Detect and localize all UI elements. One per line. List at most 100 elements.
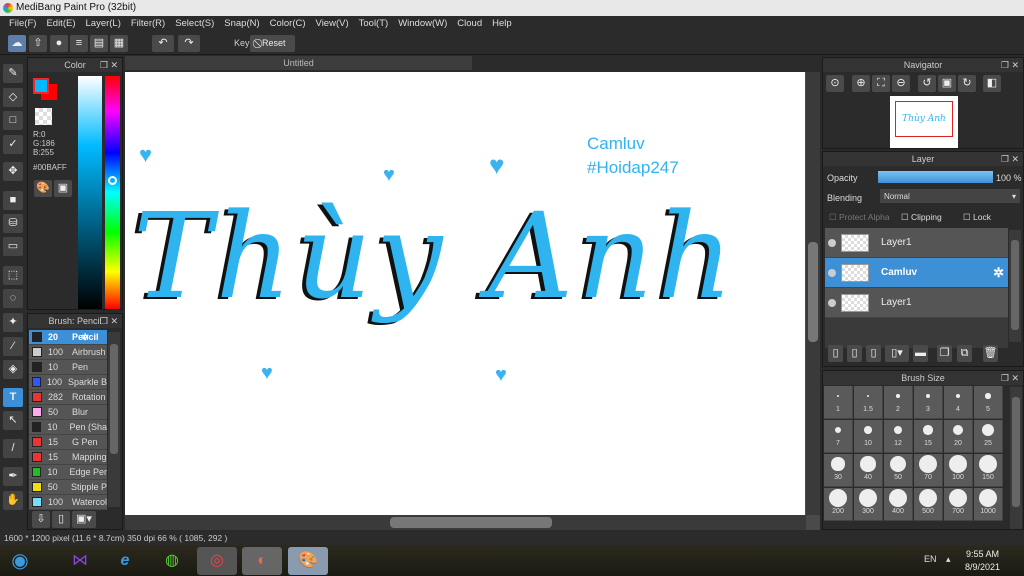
redo-button[interactable]: ↷ bbox=[178, 35, 200, 52]
brush-size-option[interactable]: 5 bbox=[974, 386, 1003, 419]
brush-size-option[interactable]: 1 bbox=[824, 386, 853, 419]
close-icon[interactable]: ❐ ✕ bbox=[1001, 152, 1019, 166]
foreground-color-swatch[interactable] bbox=[33, 78, 49, 94]
navigator-viewport[interactable]: Thùy Anh bbox=[895, 101, 953, 137]
gear-icon[interactable]: ✲ bbox=[993, 265, 1004, 281]
brush-size-option[interactable]: 1000 bbox=[974, 488, 1003, 521]
bucket-tool-icon[interactable]: ⛁ bbox=[3, 214, 23, 233]
brush-item[interactable]: 100 Airbrush bbox=[29, 345, 107, 360]
brush-item[interactable]: 50 Blur bbox=[29, 405, 107, 420]
fit-icon[interactable]: ⛶ bbox=[872, 75, 890, 92]
brush-size-option[interactable]: 70 bbox=[914, 454, 943, 487]
brush-size-option[interactable]: 20 bbox=[944, 420, 973, 453]
menu-tool[interactable]: Tool(T) bbox=[354, 16, 394, 32]
lock-checkbox[interactable]: ☐ Lock bbox=[963, 212, 991, 223]
brush-size-option[interactable]: 150 bbox=[974, 454, 1003, 487]
rotate-right-icon[interactable]: ↻ bbox=[958, 75, 976, 92]
brush-item[interactable]: 100 Sparkle B bbox=[29, 375, 107, 390]
menu-view[interactable]: View(V) bbox=[311, 16, 354, 32]
flip-icon[interactable]: ◧ bbox=[983, 75, 1001, 92]
brush-item[interactable]: 20 Pencil ✲ bbox=[29, 330, 107, 345]
brush-size-option[interactable]: 700 bbox=[944, 488, 973, 521]
share-icon[interactable]: ⇧ bbox=[29, 35, 47, 52]
hue-handle[interactable] bbox=[108, 176, 117, 185]
settings-list-icon[interactable]: ▦ bbox=[110, 35, 128, 52]
brush-size-option[interactable]: 100 bbox=[944, 454, 973, 487]
brush-item[interactable]: 10 Pen (Sha bbox=[29, 420, 107, 435]
menu-select[interactable]: Select(S) bbox=[170, 16, 219, 32]
folder-icon[interactable]: ▬ bbox=[913, 345, 928, 362]
trash-icon[interactable]: 🗑 bbox=[983, 345, 998, 362]
brush-size-option[interactable]: 200 bbox=[824, 488, 853, 521]
brush-item[interactable]: 10 Edge Per bbox=[29, 465, 107, 480]
rectangle-tool-icon[interactable]: □ bbox=[3, 111, 23, 130]
visibility-icon[interactable] bbox=[828, 268, 836, 277]
transparent-color-swatch[interactable] bbox=[35, 108, 52, 125]
brush-size-option[interactable]: 10 bbox=[854, 420, 883, 453]
comment-icon[interactable]: ● bbox=[50, 35, 68, 52]
operation-tool-icon[interactable]: ↖ bbox=[3, 411, 23, 430]
cloud-download-icon[interactable]: ⇩ bbox=[32, 511, 50, 528]
layer-item[interactable]: Camluv ✲ bbox=[825, 258, 1008, 288]
visibility-icon[interactable] bbox=[828, 298, 836, 307]
layer-item[interactable]: Layer1 bbox=[825, 228, 1008, 258]
new-layer-icon[interactable]: ▯ bbox=[828, 345, 843, 362]
fill-rect-tool-icon[interactable]: ■ bbox=[3, 191, 23, 210]
brush-size-option[interactable]: 40 bbox=[854, 454, 883, 487]
close-icon[interactable]: ❐ ✕ bbox=[1001, 371, 1019, 385]
menu-edit[interactable]: Edit(E) bbox=[41, 16, 80, 32]
new-1bit-layer-icon[interactable]: ▯ bbox=[866, 345, 881, 362]
brush-size-option[interactable]: 12 bbox=[884, 420, 913, 453]
select-pen-tool-icon[interactable]: ⁄ bbox=[3, 337, 23, 356]
brush-size-option[interactable]: 300 bbox=[854, 488, 883, 521]
brush-size-option[interactable]: 1.5 bbox=[854, 386, 883, 419]
palette-settings-icon[interactable]: ▣ bbox=[54, 180, 72, 197]
menu-help[interactable]: Help bbox=[487, 16, 517, 32]
close-icon[interactable]: ❐ ✕ bbox=[1001, 58, 1019, 72]
language-indicator[interactable]: EN bbox=[924, 554, 937, 564]
saturation-brightness-picker[interactable] bbox=[78, 76, 102, 309]
brush-size-option[interactable]: 25 bbox=[974, 420, 1003, 453]
zoom-actual-icon[interactable]: ⊙ bbox=[826, 75, 844, 92]
document-icon[interactable]: ▤ bbox=[90, 35, 108, 52]
brush-menu-icon[interactable]: ▣▾ bbox=[72, 511, 96, 528]
zoom-out-icon[interactable]: ⊖ bbox=[892, 75, 910, 92]
navigator-preview[interactable]: Thùy Anh bbox=[890, 96, 958, 148]
brush-scrollbar[interactable] bbox=[108, 332, 120, 507]
close-icon[interactable]: ❐ ✕ bbox=[100, 314, 118, 328]
brush-size-option[interactable]: 2 bbox=[884, 386, 913, 419]
brush-size-option[interactable]: 50 bbox=[884, 454, 913, 487]
start-button[interactable]: ◉ bbox=[2, 547, 38, 575]
blending-select[interactable]: Normal ▾ bbox=[880, 189, 1020, 203]
paint-icon[interactable]: 🎨 bbox=[288, 547, 328, 575]
add-layer-menu-icon[interactable]: ▯▾ bbox=[885, 345, 909, 362]
brush-item[interactable]: 100 Watercol bbox=[29, 495, 107, 510]
magic-wand-tool-icon[interactable]: ✦ bbox=[3, 313, 23, 332]
brush-size-scrollbar[interactable] bbox=[1010, 387, 1022, 529]
lasso-tool-icon[interactable]: ◌ bbox=[3, 289, 23, 308]
menu-layer[interactable]: Layer(L) bbox=[81, 16, 126, 32]
visual-studio-icon[interactable]: ⋈ bbox=[60, 547, 100, 575]
new-brush-icon[interactable]: ▯ bbox=[52, 511, 70, 528]
merge-layer-icon[interactable]: ⧉ bbox=[957, 345, 972, 362]
tab-untitled[interactable]: Untitled bbox=[125, 56, 472, 70]
visibility-icon[interactable] bbox=[828, 238, 836, 247]
text-tool-icon[interactable]: T bbox=[3, 388, 23, 407]
move-tool-icon[interactable]: ✥ bbox=[3, 162, 23, 181]
reset-button[interactable]: ⃠ Reset bbox=[250, 35, 295, 52]
brush-size-option[interactable]: 15 bbox=[914, 420, 943, 453]
brush-tool-icon[interactable]: ✎ bbox=[3, 64, 23, 83]
tray-arrow-icon[interactable]: ▴ bbox=[946, 554, 951, 565]
medibang-icon[interactable]: ◐ bbox=[242, 547, 282, 575]
brush-size-option[interactable]: 3 bbox=[914, 386, 943, 419]
brush-size-option[interactable]: 500 bbox=[914, 488, 943, 521]
internet-explorer-icon[interactable]: e bbox=[105, 547, 145, 575]
coccoc-icon[interactable]: ◍ bbox=[152, 547, 192, 575]
opacity-slider[interactable] bbox=[878, 171, 993, 183]
gradient-tool-icon[interactable]: ▭ bbox=[3, 237, 23, 256]
menu-file[interactable]: File(F) bbox=[4, 16, 41, 32]
canvas[interactable]: Thùy Anh Camluv #Hoidap247 ♥ ♥ ♥ ♥ ♥ ♥ bbox=[125, 72, 805, 515]
message-icon[interactable]: ≡ bbox=[70, 35, 88, 52]
layer-scrollbar[interactable] bbox=[1009, 230, 1021, 342]
brush-item[interactable]: 10 Pen bbox=[29, 360, 107, 375]
